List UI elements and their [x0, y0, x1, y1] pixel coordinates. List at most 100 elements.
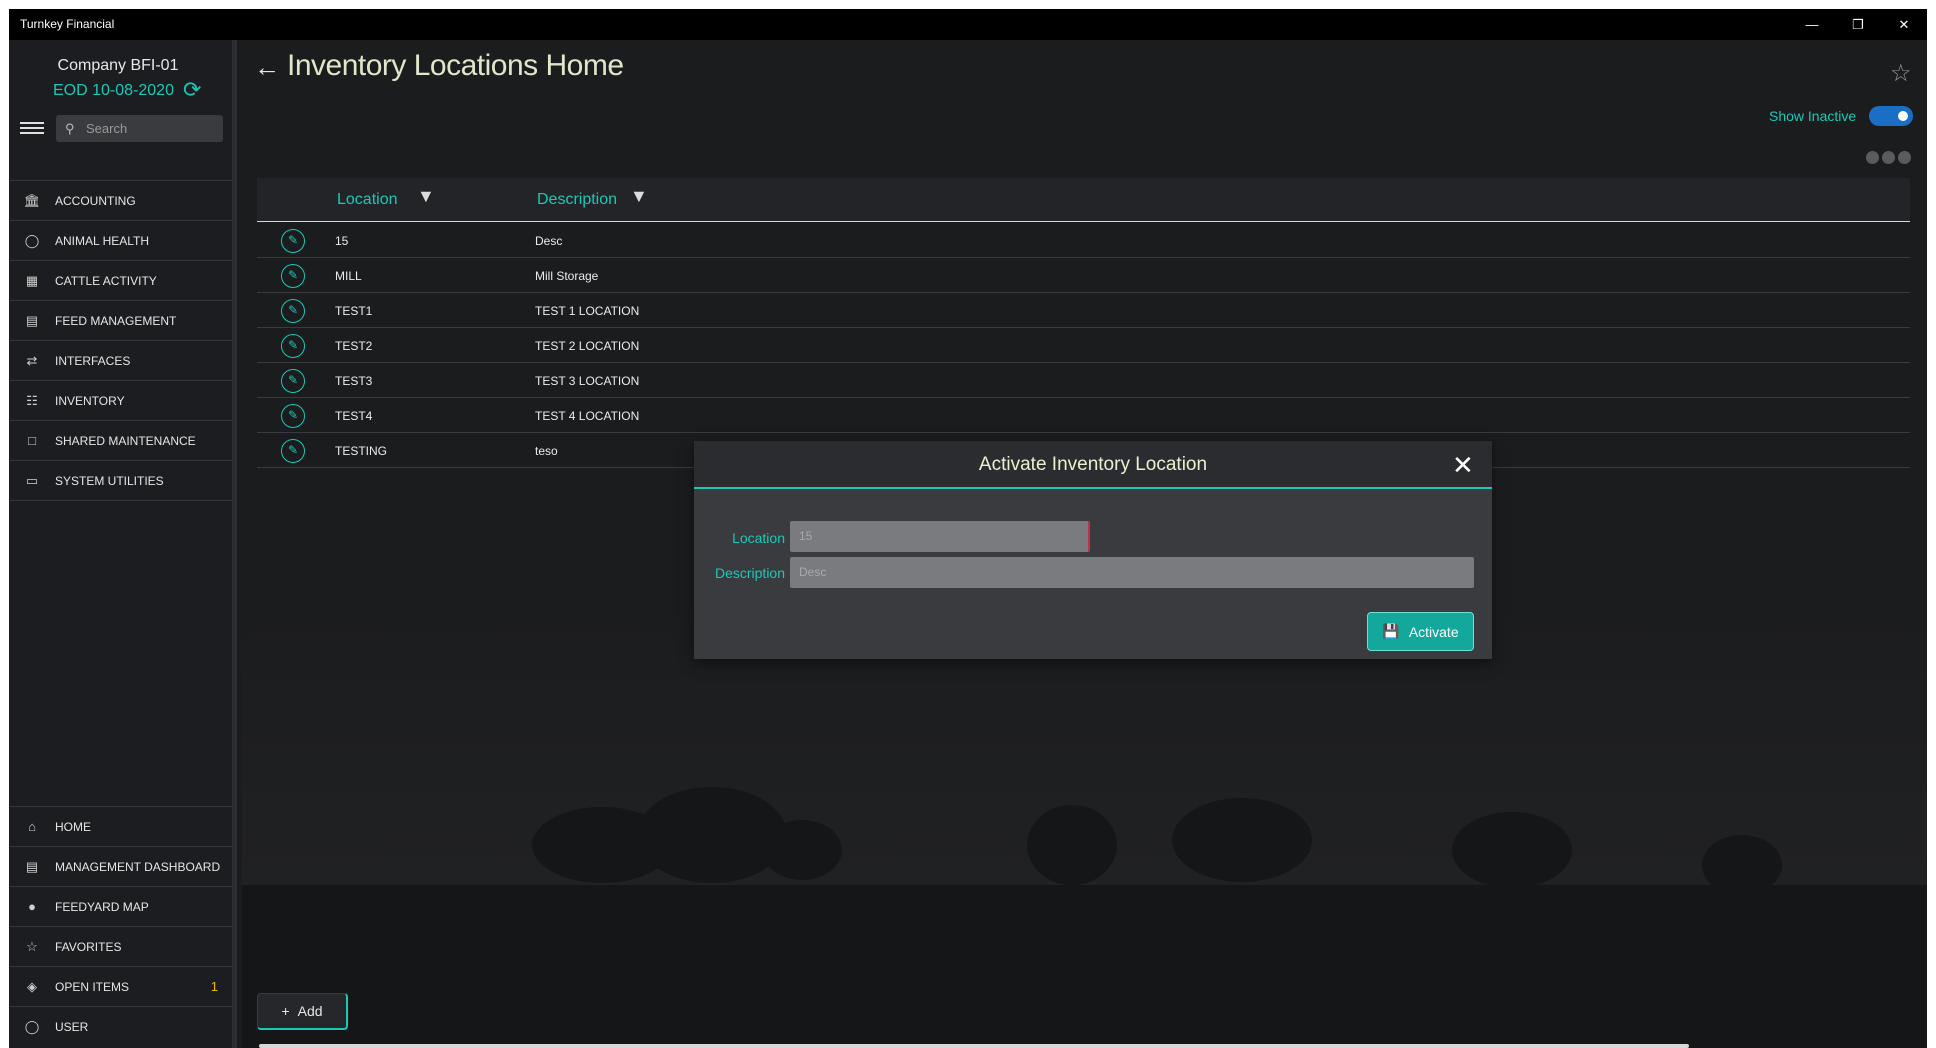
sidebar-item-label: SYSTEM UTILITIES — [55, 473, 164, 488]
hamburger-menu-icon[interactable] — [20, 122, 44, 136]
description-cell: TEST 2 LOCATION — [535, 339, 640, 353]
grid-icon: ▦ — [25, 272, 39, 288]
restore-icon[interactable]: ❐ — [1835, 9, 1881, 40]
grid-header: Location ▼ Description ▼ — [257, 178, 1910, 222]
sidebar-item-label: OPEN ITEMS — [55, 979, 130, 994]
edit-icon[interactable]: ✎ — [281, 299, 305, 323]
table-row[interactable]: ✎ TEST3 TEST 3 LOCATION — [257, 363, 1910, 398]
location-cell: TESTING — [335, 444, 388, 458]
column-header-description[interactable]: Description — [537, 191, 617, 209]
location-field[interactable]: 15 — [790, 521, 1090, 552]
back-arrow-icon[interactable]: ← — [254, 52, 280, 83]
sidebar-item-inventory[interactable]: ☷ INVENTORY — [9, 380, 232, 420]
activate-dialog: Activate Inventory Location ✕ Location 1… — [694, 441, 1492, 659]
clipboard-icon: ☷ — [26, 392, 38, 408]
sidebar-item-management-dashboard[interactable]: ▤ MANAGEMENT DASHBOARD — [9, 846, 232, 886]
search-input[interactable]: ⚲ Search — [56, 115, 223, 142]
title-bar: Turnkey Financial — ❐ ✕ — [9, 9, 1927, 40]
show-inactive-toggle[interactable] — [1869, 106, 1913, 126]
folder-icon: □ — [28, 433, 36, 448]
sidebar-item-favorites[interactable]: ☆ FAVORITES — [9, 926, 232, 966]
tag-icon: ◯ — [24, 232, 40, 248]
sidebar-item-system-utilities[interactable]: ▭ SYSTEM UTILITIES — [9, 460, 232, 500]
feed-icon: ▤ — [25, 312, 39, 328]
filter-icon[interactable]: ▼ — [630, 186, 648, 207]
close-icon[interactable]: ✕ — [1452, 450, 1474, 481]
sidebar-item-label: FEED MANAGEMENT — [55, 313, 177, 328]
search-placeholder: Search — [86, 121, 128, 136]
edit-icon[interactable]: ✎ — [281, 334, 305, 358]
table-row[interactable]: ✎ TEST2 TEST 2 LOCATION — [257, 328, 1910, 363]
description-cell: TEST 1 LOCATION — [535, 304, 640, 318]
activate-button[interactable]: 💾 Activate — [1367, 612, 1474, 651]
edit-icon[interactable]: ✎ — [281, 404, 305, 428]
location-cell: TEST4 — [335, 409, 373, 423]
dashboard-icon: ▤ — [25, 858, 39, 874]
sidebar-item-label: CATTLE ACTIVITY — [55, 273, 157, 288]
location-label: Location — [732, 530, 785, 546]
location-cell: TEST3 — [335, 374, 373, 388]
window-title: Turnkey Financial — [20, 17, 115, 31]
description-cell: TEST 3 LOCATION — [535, 374, 640, 388]
show-inactive-label: Show Inactive — [1769, 108, 1857, 124]
sidebar-item-feedyard-map[interactable]: ● FEEDYARD MAP — [9, 886, 232, 926]
table-row[interactable]: ✎ TEST1 TEST 1 LOCATION — [257, 293, 1910, 328]
horizontal-scrollbar[interactable] — [259, 1044, 1689, 1048]
description-cell: TEST 4 LOCATION — [535, 409, 640, 423]
sidebar-item-accounting[interactable]: 🏛 ACCOUNTING — [9, 180, 232, 220]
description-label: Description — [714, 565, 785, 581]
sidebar-item-label: SHARED MAINTENANCE — [55, 433, 196, 448]
edit-icon[interactable]: ✎ — [281, 369, 305, 393]
close-window-icon[interactable]: ✕ — [1881, 9, 1927, 40]
eod-date: EOD 10-08-2020 — [53, 82, 174, 99]
description-cell: teso — [535, 444, 558, 458]
table-row[interactable]: ✎ TEST4 TEST 4 LOCATION — [257, 398, 1910, 433]
toggle-knob — [1898, 111, 1908, 121]
location-cell: MILL — [335, 269, 362, 283]
description-cell: Desc — [535, 234, 563, 248]
sidebar-item-interfaces[interactable]: ⇄ INTERFACES — [9, 340, 232, 380]
sidebar-item-label: INTERFACES — [55, 353, 131, 368]
location-cell: TEST1 — [335, 304, 373, 318]
sidebar-item-label: MANAGEMENT DASHBOARD — [55, 859, 221, 874]
sync-icon[interactable]: ⟳ — [183, 77, 201, 103]
sidebar-item-home[interactable]: ⌂ HOME — [9, 806, 232, 846]
edit-icon[interactable]: ✎ — [281, 439, 305, 463]
minimize-icon[interactable]: — — [1789, 9, 1835, 40]
search-icon: ⚲ — [65, 121, 75, 136]
column-header-location[interactable]: Location — [337, 191, 398, 209]
more-options-icon[interactable] — [1866, 151, 1911, 164]
edit-icon[interactable]: ✎ — [281, 264, 305, 288]
interfaces-icon: ⇄ — [26, 352, 38, 368]
page-title: Inventory Locations Home — [287, 49, 624, 82]
company-name: Company BFI-01 — [57, 57, 179, 74]
table-row[interactable]: ✎ 15 Desc — [257, 223, 1910, 258]
sidebar-item-label: ANIMAL HEALTH — [55, 233, 150, 248]
sidebar-item-label: INVENTORY — [55, 393, 125, 408]
activate-button-label: Activate — [1408, 623, 1459, 640]
description-cell: Mill Storage — [535, 269, 599, 283]
bank-icon: 🏛 — [23, 192, 41, 208]
sidebar-item-user[interactable]: ◯ USER — [9, 1006, 232, 1046]
save-icon: 💾 — [1382, 623, 1400, 639]
home-icon: ⌂ — [28, 819, 36, 834]
sidebar-item-label: FAVORITES — [55, 939, 122, 954]
sidebar-item-shared-maintenance[interactable]: □ SHARED MAINTENANCE — [9, 420, 232, 460]
dialog-header: Activate Inventory Location ✕ — [694, 441, 1492, 489]
description-field[interactable]: Desc — [790, 557, 1474, 588]
add-button[interactable]: + Add — [257, 993, 348, 1030]
user-icon: ◯ — [24, 1018, 40, 1034]
sidebar-item-label: HOME — [55, 819, 91, 834]
sidebar-item-cattle-activity[interactable]: ▦ CATTLE ACTIVITY — [9, 260, 232, 300]
table-row[interactable]: ✎ MILL Mill Storage — [257, 258, 1910, 293]
star-icon: ☆ — [26, 938, 38, 954]
sidebar-item-feed-management[interactable]: ▤ FEED MANAGEMENT — [9, 300, 232, 340]
favorite-star-icon[interactable]: ☆ — [1890, 59, 1912, 88]
edit-icon[interactable]: ✎ — [281, 229, 305, 253]
filter-icon[interactable]: ▼ — [417, 186, 435, 207]
sidebar-item-animal-health[interactable]: ◯ ANIMAL HEALTH — [9, 220, 232, 260]
globe-icon: ● — [28, 899, 36, 914]
monitor-icon: ▭ — [25, 472, 39, 488]
sidebar-item-open-items[interactable]: ◈ OPEN ITEMS 1 — [9, 966, 232, 1006]
add-button-label: Add — [297, 1003, 323, 1019]
